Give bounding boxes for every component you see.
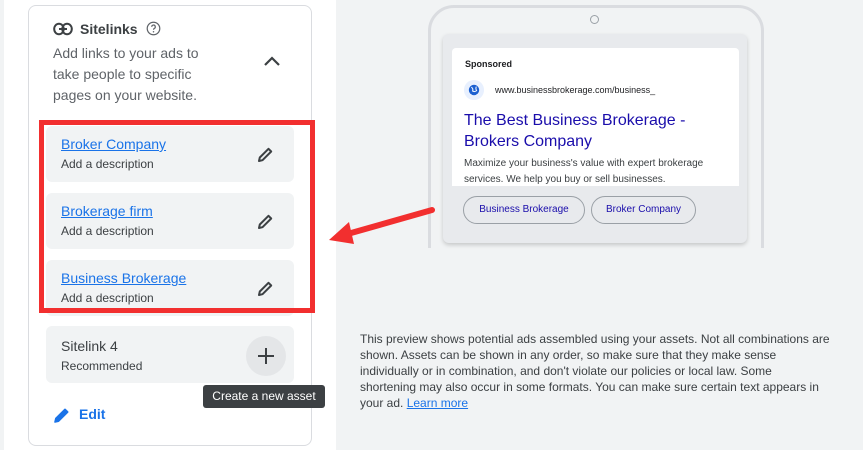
arrow-left-icon	[329, 207, 435, 244]
sitelink-chip[interactable]: Business Brokerage	[463, 196, 585, 224]
ad-headline[interactable]: The Best Business Brokerage - Brokers Co…	[464, 110, 739, 152]
phone-speaker	[590, 15, 599, 24]
highlight-box	[39, 120, 315, 313]
chevron-up-icon[interactable]	[261, 51, 283, 71]
sitelinks-title: Sitelinks	[80, 21, 138, 37]
link-icon	[53, 22, 73, 36]
ad-display-url: www.businessbrokerage.com/business_	[495, 85, 656, 95]
add-sitelink-button[interactable]	[246, 336, 286, 376]
plus-icon	[258, 348, 274, 364]
sitelinks-description: Add links to your ads to take people to …	[53, 45, 199, 103]
sitelink-chip[interactable]: Broker Company	[591, 196, 696, 224]
sitelink-4-title: Sitelink 4	[61, 338, 118, 354]
left-edge-strip	[0, 0, 4, 450]
ad-description: Maximize your business's value with expe…	[464, 158, 704, 185]
sitelink-4-item: Sitelink 4 Recommended	[46, 326, 294, 383]
create-asset-tooltip: Create a new asset	[203, 385, 325, 408]
help-icon[interactable]	[146, 21, 161, 36]
globe-icon	[464, 80, 484, 100]
learn-more-link[interactable]: Learn more	[407, 396, 468, 410]
preview-note: This preview shows potential ads assembl…	[360, 331, 830, 411]
sitelink-4-recommended: Recommended	[61, 359, 143, 373]
phone-cutoff	[336, 248, 863, 308]
pencil-icon	[54, 408, 69, 423]
sponsored-label: Sponsored	[465, 59, 513, 69]
edit-label: Edit	[79, 406, 106, 422]
